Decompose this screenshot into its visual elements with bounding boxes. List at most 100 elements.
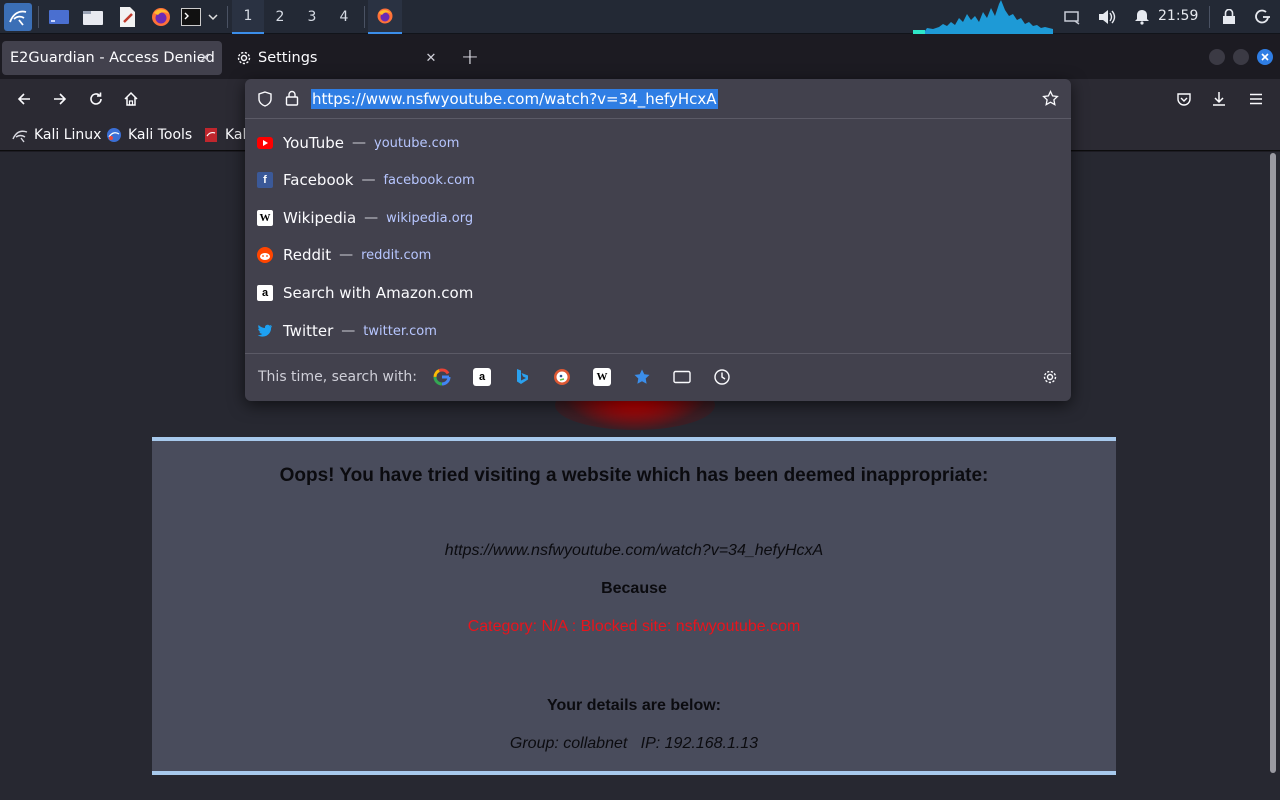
- url-dropdown: https://www.nsfwyoutube.com/watch?v=34_h…: [245, 79, 1071, 401]
- downloads-icon[interactable]: [1209, 89, 1229, 109]
- kali-tools-icon: [106, 127, 122, 143]
- suggestion-title: YouTube: [283, 134, 344, 152]
- reddit-icon: [257, 247, 273, 263]
- lock-icon[interactable]: [285, 90, 299, 110]
- headline: Oops! You have tried visiting a website …: [279, 465, 989, 486]
- bookmark-label: Kali Tools: [128, 127, 193, 143]
- new-tab-button[interactable]: +: [458, 45, 482, 70]
- taskbar-separator: [227, 6, 228, 28]
- volume-icon[interactable]: [1096, 3, 1118, 31]
- amazon-icon: a: [257, 285, 273, 301]
- wikipedia-icon[interactable]: W: [593, 368, 611, 386]
- tab-label: E2Guardian - Access Denied: [10, 50, 215, 66]
- notification-bell-icon[interactable]: [1132, 3, 1152, 31]
- maximize-window-button[interactable]: [1233, 49, 1249, 65]
- url-bar[interactable]: https://www.nsfwyoutube.com/watch?v=34_h…: [245, 79, 1071, 119]
- history-icon[interactable]: [713, 368, 731, 386]
- lock-screen-icon[interactable]: [1218, 3, 1240, 31]
- suggestion-facebook[interactable]: f Facebook — facebook.com: [245, 162, 1071, 198]
- forward-arrow-icon[interactable]: [50, 89, 70, 109]
- taskbar-separator: [38, 6, 39, 28]
- search-settings-gear-icon[interactable]: [1041, 368, 1059, 386]
- suggestion-domain: youtube.com: [374, 135, 460, 151]
- wikipedia-icon: W: [257, 210, 273, 226]
- tracking-protection-shield-icon[interactable]: [257, 91, 273, 111]
- bookmark-star-icon[interactable]: [1042, 89, 1059, 111]
- kali-docs-icon: [203, 127, 219, 143]
- suggestion-separator: —: [341, 323, 356, 339]
- tab-strip: E2Guardian - Access Denied ✕ Settings ✕: [0, 35, 1280, 79]
- workspace-2[interactable]: 2: [264, 0, 296, 34]
- show-desktop-icon[interactable]: [46, 3, 72, 31]
- hamburger-menu-icon[interactable]: [1246, 89, 1266, 109]
- firefox-launcher-icon[interactable]: [148, 3, 174, 31]
- one-off-label: This time, search with:: [258, 369, 417, 385]
- google-icon[interactable]: [433, 368, 451, 386]
- workspace-3[interactable]: 3: [296, 0, 328, 34]
- suggestion-title: Wikipedia: [283, 209, 357, 227]
- user-details: Group: collabnet IP: 192.168.1.13: [509, 735, 759, 752]
- suggestion-youtube[interactable]: YouTube — youtube.com: [245, 125, 1071, 161]
- text-editor-icon[interactable]: [114, 3, 140, 31]
- workspace-1[interactable]: 1: [232, 0, 264, 34]
- bing-icon[interactable]: [513, 368, 531, 386]
- details-heading: Your details are below:: [547, 697, 721, 714]
- suggestion-reddit[interactable]: Reddit — reddit.com: [245, 237, 1071, 273]
- blocked-url: https://www.nsfwyoutube.com/watch?v=34_h…: [444, 542, 824, 559]
- one-off-search-bar: This time, search with: a W: [245, 353, 1071, 401]
- suggestion-separator: —: [352, 135, 366, 151]
- block-reason: Category: N/A : Blocked site: nsfwyoutub…: [467, 618, 801, 635]
- bookmark-kali-docs[interactable]: Kali: [203, 125, 250, 145]
- workspace-4[interactable]: 4: [328, 0, 360, 34]
- bookmarks-icon[interactable]: [633, 368, 651, 386]
- bookmark-label: Kali Linux: [34, 127, 102, 143]
- suggestion-separator: —: [364, 210, 379, 226]
- chevron-down-icon[interactable]: [206, 3, 220, 31]
- close-tab-icon[interactable]: ✕: [422, 49, 440, 67]
- taskbar-separator: [1209, 6, 1210, 28]
- because-label: Because: [601, 580, 667, 597]
- youtube-icon: [257, 135, 273, 151]
- pocket-icon[interactable]: [1174, 89, 1194, 109]
- suggestion-wikipedia[interactable]: W Wikipedia — wikipedia.org: [245, 200, 1071, 236]
- firefox-window-button[interactable]: [368, 0, 402, 34]
- kali-dragon-icon: [12, 127, 28, 143]
- suggestion-domain: twitter.com: [363, 323, 437, 339]
- close-window-button[interactable]: [1257, 49, 1273, 65]
- amazon-icon[interactable]: a: [473, 368, 491, 386]
- display-icon[interactable]: [1062, 3, 1082, 31]
- url-input[interactable]: https://www.nsfwyoutube.com/watch?v=34_h…: [311, 89, 718, 109]
- suggestion-amazon-search[interactable]: a Search with Amazon.com: [245, 275, 1071, 311]
- network-monitor-graph: [913, 0, 1053, 34]
- duckduckgo-icon[interactable]: [553, 368, 571, 386]
- tab-settings[interactable]: Settings ✕: [228, 41, 448, 75]
- suggestion-domain: reddit.com: [361, 247, 432, 263]
- reload-icon[interactable]: [86, 89, 106, 109]
- suggestion-domain: wikipedia.org: [386, 210, 474, 226]
- bookmark-kali-tools[interactable]: Kali Tools: [106, 125, 192, 145]
- tabs-icon[interactable]: [673, 368, 691, 386]
- file-manager-icon[interactable]: [80, 3, 106, 31]
- close-tab-icon[interactable]: ✕: [196, 49, 214, 67]
- terminal-icon[interactable]: [180, 3, 202, 31]
- access-denied-panel: Oops! You have tried visiting a website …: [152, 437, 1116, 775]
- twitter-icon: [257, 323, 273, 339]
- facebook-icon: f: [257, 172, 273, 188]
- back-arrow-icon[interactable]: [14, 89, 34, 109]
- tab-access-denied[interactable]: E2Guardian - Access Denied ✕: [2, 41, 222, 75]
- suggestion-separator: —: [339, 247, 354, 263]
- suggestion-twitter[interactable]: Twitter — twitter.com: [245, 313, 1071, 349]
- kali-menu-icon[interactable]: [4, 3, 32, 31]
- taskbar: 1 2 3 4 21:59: [0, 0, 1280, 34]
- suggestion-domain: facebook.com: [383, 172, 475, 188]
- home-icon[interactable]: [121, 89, 141, 109]
- taskbar-separator: [364, 6, 365, 28]
- minimize-window-button[interactable]: [1209, 49, 1225, 65]
- suggestion-title: Twitter: [283, 322, 334, 340]
- bookmark-kali-linux[interactable]: Kali Linux: [12, 125, 101, 145]
- clock[interactable]: 21:59: [1158, 8, 1198, 24]
- suggestion-separator: —: [361, 172, 376, 188]
- scrollbar[interactable]: [1270, 153, 1276, 773]
- tab-label: Settings: [258, 50, 318, 66]
- logout-icon[interactable]: [1252, 3, 1274, 31]
